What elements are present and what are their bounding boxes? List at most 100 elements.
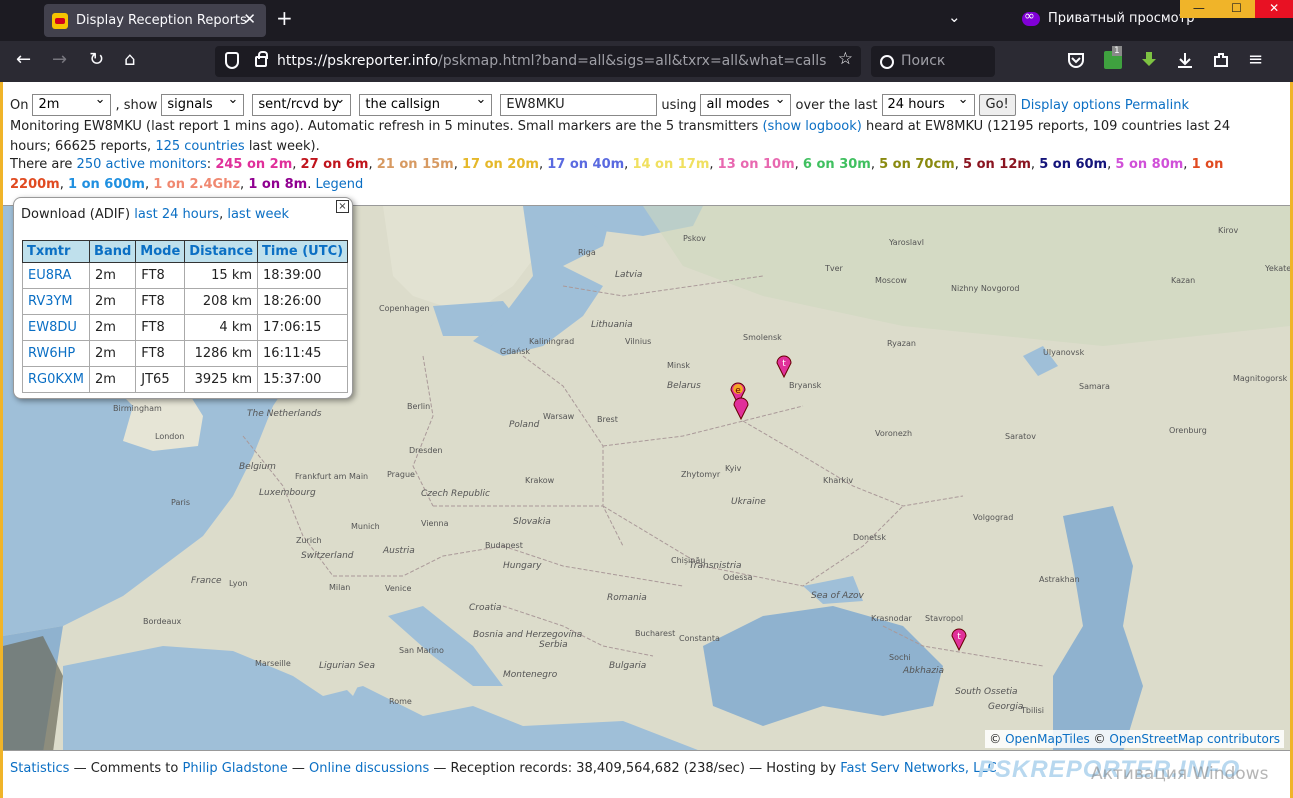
home-icon[interactable]: ⌂ — [124, 49, 135, 70]
place-label: France — [191, 576, 222, 586]
transmitters-popup: Download (ADIF) last 24 hours, last week… — [13, 197, 353, 399]
statistics-link[interactable]: Statistics — [10, 761, 69, 776]
map-marker-rw6hp[interactable]: t — [950, 627, 968, 651]
display-options-link[interactable]: Display options — [1021, 98, 1121, 113]
url-bar[interactable]: https://pskreporter.info/pskmap.html?ban… — [215, 46, 861, 77]
cell-distance: 208 km — [184, 288, 259, 315]
list-all-tabs-icon[interactable]: ⌄ — [948, 8, 961, 26]
show-label: , show — [115, 97, 158, 113]
column-header[interactable]: Band — [89, 240, 137, 263]
active-monitors-link[interactable]: 250 active monitors — [77, 157, 207, 172]
url-text[interactable]: https://pskreporter.info/pskmap.html?ban… — [277, 53, 827, 69]
place-label: Slovakia — [513, 517, 551, 527]
cell-txmtr[interactable]: RW6HP — [21, 340, 91, 367]
extensions-puzzle-icon[interactable] — [1212, 51, 1230, 69]
hosting-link[interactable]: Fast Serv Networks, LLC — [840, 761, 997, 776]
page-footer: Statistics — Comments to Philip Gladston… — [10, 761, 997, 776]
place-label: Luxembourg — [259, 488, 316, 498]
txmtr-link[interactable]: EU8RA — [28, 268, 71, 283]
cell-txmtr[interactable]: RG0KXM — [21, 366, 91, 393]
what-select[interactable]: the callsign — [359, 92, 493, 116]
reload-icon[interactable]: ↻ — [89, 49, 104, 70]
table-row: RW6HP 2m FT8 1286 km 16:11:45 — [21, 340, 349, 367]
band-count-item: 245 on 2m — [215, 157, 293, 172]
cell-time: 17:06:15 — [257, 314, 349, 341]
discussions-link[interactable]: Online discussions — [309, 761, 429, 776]
band-count-item: 5 on 12m — [963, 157, 1031, 172]
author-link[interactable]: Philip Gladstone — [183, 761, 288, 776]
monitoring-text: Monitoring EW8MKU (last report 1 mins ag… — [10, 119, 759, 134]
place-label: Dresden — [409, 446, 443, 455]
place-label: Bryansk — [789, 381, 822, 390]
place-label: Sea of Azov — [811, 591, 864, 601]
download-helper-icon[interactable] — [1140, 51, 1158, 69]
monitors-colon: : — [206, 157, 212, 172]
pocket-icon[interactable] — [1067, 51, 1085, 69]
place-label: Kharkiv — [823, 476, 854, 485]
query-controls: On 2m , show signals sent/rcvd by the ca… — [10, 92, 1189, 116]
txmtr-link[interactable]: RV3YM — [28, 294, 73, 309]
minimize-icon[interactable]: — — [1180, 0, 1218, 18]
maximize-icon[interactable]: ☐ — [1218, 0, 1256, 18]
tab-strip: Display Reception Reports ✕ + ⌄ Приватны… — [0, 0, 1293, 41]
openstreetmap-link[interactable]: OpenStreetMap contributors — [1109, 732, 1280, 746]
menu-hamburger-icon[interactable]: ≡ — [1248, 49, 1263, 70]
mode-select[interactable]: all modes — [700, 92, 792, 116]
download-week-link[interactable]: last week — [227, 207, 289, 222]
monitoring-status: Monitoring EW8MKU (last report 1 mins ag… — [10, 117, 1275, 156]
cell-mode: FT8 — [135, 340, 186, 367]
cell-distance: 1286 km — [184, 340, 259, 367]
svg-text:t: t — [957, 632, 961, 642]
window-close-icon[interactable]: ✕ — [1255, 0, 1293, 18]
txrx-select[interactable]: sent/rcvd by — [252, 92, 352, 116]
cell-txmtr[interactable]: EW8DU — [21, 314, 91, 341]
callsign-input[interactable]: EW8MKU — [500, 94, 658, 116]
place-label: Zhytomyr — [681, 470, 721, 479]
column-header[interactable]: Mode — [135, 240, 186, 263]
txmtr-link[interactable]: RW6HP — [28, 346, 75, 361]
map-marker-eu8ra[interactable] — [732, 396, 750, 420]
footer-sep1: — Comments to — [73, 761, 179, 776]
permalink-link[interactable]: Permalink — [1125, 98, 1189, 113]
extension-green-icon[interactable]: 1 — [1104, 46, 1122, 69]
new-tab-icon[interactable]: + — [276, 6, 293, 30]
cell-band: 2m — [89, 366, 137, 393]
band-count-item: 1 on 2.4Ghz — [153, 176, 241, 192]
show-logbook-link[interactable]: (show logbook) — [762, 119, 861, 134]
signals-select[interactable]: signals — [161, 92, 245, 116]
forward-icon[interactable]: → — [52, 49, 67, 70]
go-button[interactable]: Go! — [978, 94, 1016, 116]
txmtr-link[interactable]: EW8DU — [28, 320, 77, 335]
tab-close-icon[interactable]: ✕ — [243, 10, 256, 28]
openmaptiles-link[interactable]: OpenMapTiles — [1005, 732, 1090, 746]
downloads-icon[interactable] — [1176, 51, 1194, 69]
tab-display-reception-reports[interactable]: Display Reception Reports ✕ — [44, 4, 266, 37]
popup-close-icon[interactable]: × — [336, 200, 349, 213]
cell-txmtr[interactable]: RV3YM — [21, 288, 91, 315]
place-label: Smolensk — [743, 333, 782, 342]
band-select[interactable]: 2m — [32, 92, 112, 116]
legend-link[interactable]: Legend — [315, 177, 363, 192]
column-header[interactable]: Time (UTC) — [257, 240, 349, 263]
cell-mode: JT65 — [135, 366, 186, 393]
lock-icon[interactable] — [255, 51, 268, 67]
place-label: Saratov — [1005, 432, 1036, 441]
txmtr-link[interactable]: RG0KXM — [28, 372, 84, 387]
map-marker-rv3ym[interactable]: t — [775, 354, 793, 378]
place-label: Milan — [329, 583, 351, 592]
cell-txmtr[interactable]: EU8RA — [21, 262, 91, 289]
place-label: Yekate — [1265, 264, 1290, 273]
place-label: Tver — [825, 264, 843, 273]
tracking-protection-shield-icon[interactable] — [225, 52, 239, 69]
bookmark-star-icon[interactable]: ☆ — [838, 49, 853, 69]
cell-mode: FT8 — [135, 314, 186, 341]
column-header[interactable]: Txmtr — [21, 240, 91, 263]
countries-link[interactable]: 125 countries — [155, 139, 244, 154]
back-icon[interactable]: ← — [16, 49, 31, 70]
search-input[interactable]: Поиск — [871, 46, 995, 77]
column-header[interactable]: Distance — [184, 240, 259, 263]
download-24h-link[interactable]: last 24 hours — [134, 207, 219, 222]
period-select[interactable]: 24 hours — [881, 92, 975, 116]
place-label: San Marino — [399, 646, 444, 655]
place-label: Magnitogorsk — [1233, 374, 1288, 383]
